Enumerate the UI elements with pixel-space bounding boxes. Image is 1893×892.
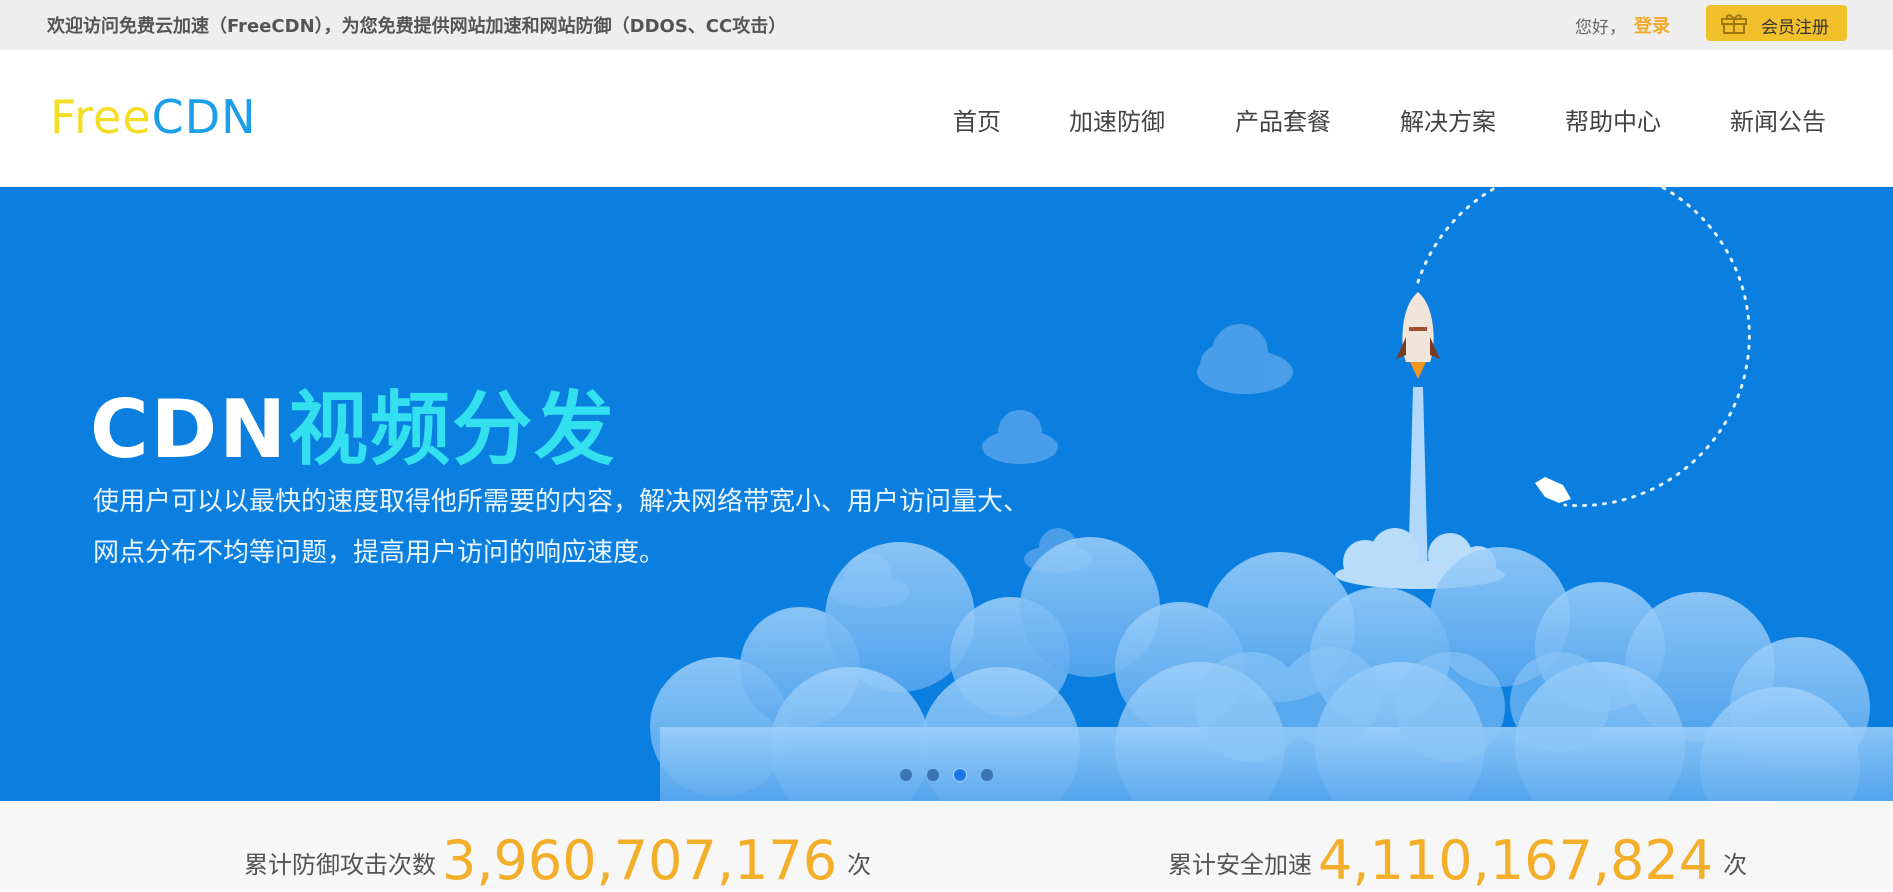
site-logo[interactable]: FreeCDN bbox=[50, 90, 257, 150]
banner-desc-line1: 使用户可以以最快的速度取得他所需要的内容，解决网络带宽小、用户访问量大、 bbox=[93, 487, 1030, 517]
headline-cyan: 视频分发 bbox=[288, 383, 617, 476]
login-link[interactable]: 登录 bbox=[1634, 12, 1670, 38]
banner-description: 使用户可以以最快的速度取得他所需要的内容，解决网络带宽小、用户访问量大、 网点分… bbox=[93, 477, 1143, 579]
top-bar: 欢迎访问免费云加速（FreeCDN），为您免费提供网站加速和网站防御（DDOS、… bbox=[0, 0, 1893, 51]
logo-cdn: CDN bbox=[151, 90, 257, 144]
headline-white: CDN bbox=[90, 383, 289, 476]
greeting-text: 您好， bbox=[1575, 18, 1626, 38]
accel-unit: 次 bbox=[1723, 851, 1748, 879]
register-button[interactable]: 会员注册 bbox=[1706, 5, 1847, 41]
welcome-text: 欢迎访问免费云加速（FreeCDN），为您免费提供网站加速和网站防御（DDOS、… bbox=[47, 16, 787, 37]
carousel-dot-2[interactable] bbox=[927, 769, 939, 781]
logo-free: Free bbox=[50, 90, 152, 144]
hero-banner[interactable]: CDN视频分发 使用户可以以最快的速度取得他所需要的内容，解决网络带宽小、用户访… bbox=[0, 187, 1893, 801]
nav-item-home[interactable]: 首页 bbox=[953, 102, 1001, 137]
nav-item-solutions[interactable]: 解决方案 bbox=[1400, 102, 1496, 137]
defense-stat: 累计防御攻击次数 3,960,707,176 次 bbox=[244, 829, 871, 892]
carousel-dot-1[interactable] bbox=[900, 769, 912, 781]
nav-item-packages[interactable]: 产品套餐 bbox=[1235, 102, 1331, 137]
banner-desc-line2: 网点分布不均等问题，提高用户访问的响应速度。 bbox=[93, 538, 666, 568]
pointer-hand bbox=[1535, 477, 1571, 503]
nav-item-acceleration[interactable]: 加速防御 bbox=[1069, 102, 1165, 137]
nav-item-news[interactable]: 新闻公告 bbox=[1730, 102, 1826, 137]
carousel-dot-4[interactable] bbox=[981, 769, 993, 781]
nav-item-help[interactable]: 帮助中心 bbox=[1565, 102, 1661, 137]
banner-headline: CDN视频分发 bbox=[90, 365, 616, 481]
accel-label: 累计安全加速 bbox=[1168, 851, 1312, 879]
register-label: 会员注册 bbox=[1761, 18, 1829, 38]
orbit-path bbox=[1416, 187, 1751, 508]
carousel-dot-3[interactable] bbox=[954, 769, 966, 781]
rocket bbox=[1396, 292, 1440, 379]
stats-bar: 累计防御攻击次数 3,960,707,176 次 累计安全加速 4,110,167,8… bbox=[0, 801, 1893, 892]
defense-count: 3,960,707,176 bbox=[442, 829, 838, 892]
defense-label: 累计防御攻击次数 bbox=[244, 851, 436, 879]
accel-stat: 累计安全加速 4,110,167,824 次 bbox=[1168, 829, 1747, 892]
site-header: FreeCDN 首页 加速防御 产品套餐 解决方案 帮助中心 新闻公告 bbox=[0, 50, 1893, 187]
gift-icon bbox=[1721, 14, 1747, 34]
accel-count: 4,110,167,824 bbox=[1318, 829, 1714, 892]
defense-unit: 次 bbox=[847, 851, 872, 879]
